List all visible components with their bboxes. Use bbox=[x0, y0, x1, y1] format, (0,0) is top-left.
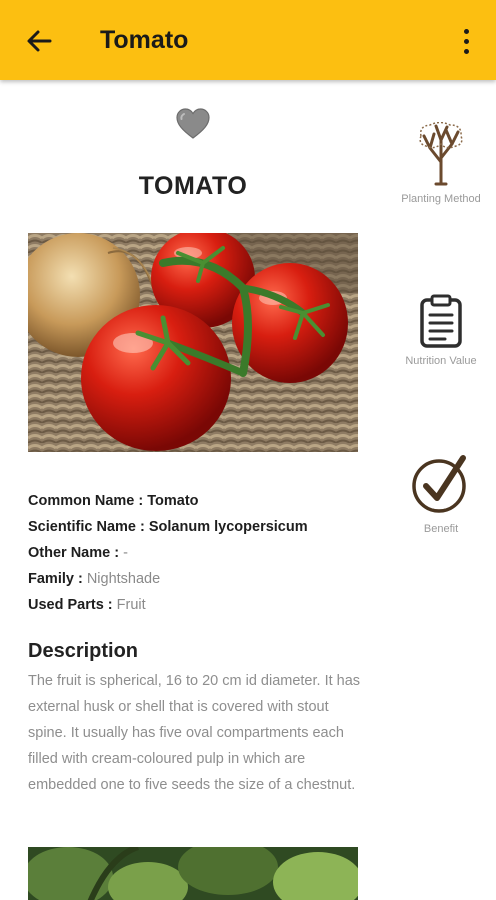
detail-row-scientific-name: Scientific Name : Solanum lycopersicum bbox=[28, 514, 368, 540]
detail-row-used-parts: Used Parts : Fruit bbox=[28, 592, 368, 618]
side-item-planting-method[interactable]: Planting Method bbox=[386, 121, 496, 205]
heart-icon[interactable] bbox=[176, 108, 210, 140]
clipboard-icon bbox=[420, 294, 462, 348]
detail-row-other-name: Other Name : - bbox=[28, 540, 368, 566]
more-options-button[interactable] bbox=[452, 24, 480, 58]
description-title: Description bbox=[28, 640, 139, 662]
detail-key: Common Name : bbox=[28, 493, 148, 509]
description-body: The fruit is spherical, 16 to 20 cm id d… bbox=[28, 673, 361, 793]
app-title: Tomato bbox=[100, 26, 189, 54]
plant-details: Common Name : Tomato Scientific Name : S… bbox=[28, 488, 368, 618]
arrow-left-icon bbox=[27, 30, 52, 52]
tomato-photo bbox=[28, 233, 358, 452]
more-vert-icon bbox=[463, 28, 469, 34]
side-item-label: Nutrition Value bbox=[405, 355, 477, 367]
side-item-benefit[interactable]: Benefit bbox=[386, 452, 496, 535]
detail-row-common-name: Common Name : Tomato bbox=[28, 488, 368, 514]
detail-value: - bbox=[123, 545, 128, 561]
detail-value: Tomato bbox=[147, 493, 199, 509]
app-bar: Tomato bbox=[0, 0, 496, 80]
side-item-nutrition-value[interactable]: Nutrition Value bbox=[386, 294, 496, 367]
detail-key: Scientific Name : bbox=[28, 519, 149, 535]
detail-value: Nightshade bbox=[86, 571, 161, 587]
plant-heading: TOMATO bbox=[138, 172, 248, 200]
detail-key: Family : bbox=[28, 571, 87, 587]
side-item-label: Benefit bbox=[423, 523, 459, 535]
detail-row-family: Family : Nightshade bbox=[28, 566, 368, 592]
detail-key: Used Parts : bbox=[28, 597, 117, 613]
detail-value: Fruit bbox=[116, 597, 146, 613]
detail-key: Other Name : bbox=[28, 545, 124, 561]
plant-photo-secondary bbox=[28, 847, 358, 900]
checkmark-circle-icon bbox=[412, 455, 466, 513]
detail-value: Solanum lycopersicum bbox=[148, 519, 308, 535]
tree-icon bbox=[419, 121, 463, 186]
back-button[interactable] bbox=[22, 24, 56, 58]
side-item-label: Planting Method bbox=[401, 193, 481, 205]
